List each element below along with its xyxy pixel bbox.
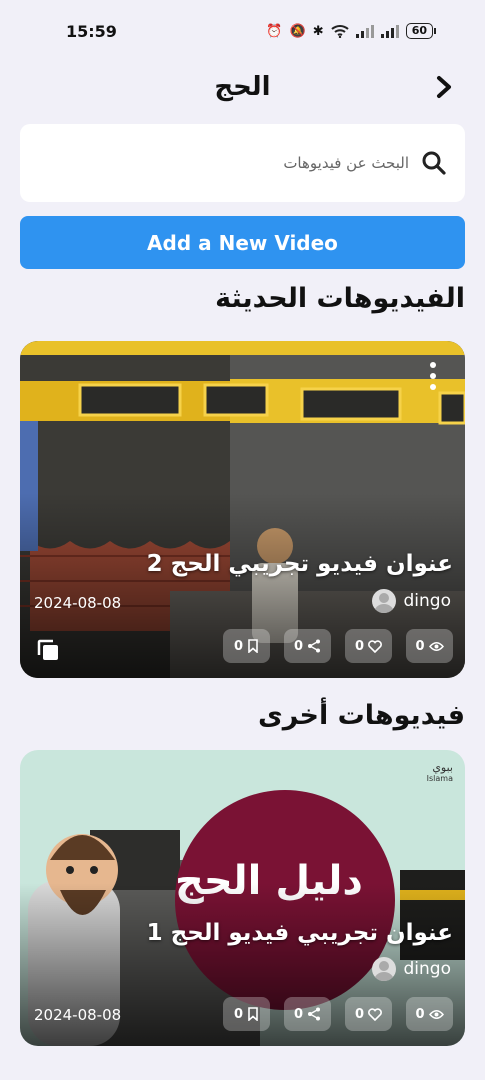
heart-icon [368,1007,382,1021]
channel-logo-text: ببوي [432,761,453,774]
status-icons: ⏰ 🔕 ✱ 60 [266,23,437,39]
share-button[interactable]: 0 [284,997,331,1031]
multiple-videos-icon [37,639,58,660]
signal-icon [355,24,374,38]
user-icon [373,593,394,613]
video-author: dingo [371,589,451,613]
alarm-icon: ⏰ [266,23,283,39]
shares-count: 0 [293,1006,304,1022]
likes-count: 0 [354,1006,365,1022]
views-button[interactable]: 0 [406,997,453,1031]
recent-videos-heading: الفيديوهات الحديثة [215,283,465,314]
channel-logo: ببوي Islama [427,762,453,784]
bluetooth-icon: ✱ [312,23,324,39]
eye-icon [428,1009,444,1019]
battery-indicator: 60 [405,23,437,39]
save-button[interactable]: 0 [223,997,270,1031]
video-author: dingo [371,957,451,981]
more-options-icon[interactable] [423,359,443,393]
video-actions: 0 0 0 0 [223,629,453,663]
user-icon [373,961,394,981]
views-count: 0 [415,1006,425,1022]
top-bar: الحج [0,62,485,112]
wifi-icon [331,25,349,38]
video-title: عنوان تجريبي فيديو الحج 1 [146,920,453,946]
saves-count: 0 [233,638,244,654]
add-new-video-button[interactable]: Add a New Video [20,216,465,269]
other-videos-heading: فيديوهات أخرى [257,700,465,731]
share-icon [308,1007,321,1021]
like-button[interactable]: 0 [345,997,392,1031]
eye-icon [428,641,444,651]
back-button[interactable] [427,70,461,104]
like-button[interactable]: 0 [345,629,392,663]
avatar [371,957,396,981]
save-button[interactable]: 0 [223,629,270,663]
mute-icon: 🔕 [289,23,306,39]
video-date: 2024-08-08 [34,594,122,612]
shares-count: 0 [293,638,304,654]
search-icon [422,151,446,175]
views-button[interactable]: 0 [406,629,453,663]
channel-logo-sub: Islama [426,774,453,783]
search-input[interactable] [38,143,409,183]
share-icon [308,639,321,653]
bookmark-icon [248,1007,258,1021]
status-time: 15:59 [66,21,117,41]
video-title: عنوان فيديو تجريبي الحج 2 [146,551,453,577]
bookmark-icon [248,639,258,653]
heart-icon [368,639,382,653]
video-date: 2024-08-08 [34,1006,122,1024]
video-actions: 0 0 0 0 [223,997,453,1031]
author-name: dingo [403,591,451,611]
video-card-other[interactable]: ببوي Islama دليل الحج عنوان تجريبي فيديو… [20,750,465,1046]
chevron-right-icon [437,76,451,98]
share-button[interactable]: 0 [284,629,331,663]
search-bar[interactable] [20,124,465,202]
signal-icon-2 [380,24,399,38]
author-name: dingo [403,959,451,979]
saves-count: 0 [233,1006,244,1022]
status-bar: 15:59 ⏰ 🔕 ✱ 60 [0,0,485,62]
views-count: 0 [415,638,425,654]
likes-count: 0 [354,638,365,654]
avatar [371,589,396,613]
page-title: الحج [214,72,271,102]
video-card-recent[interactable]: عنوان فيديو تجريبي الحج 2 dingo 2024-08-… [20,341,465,678]
